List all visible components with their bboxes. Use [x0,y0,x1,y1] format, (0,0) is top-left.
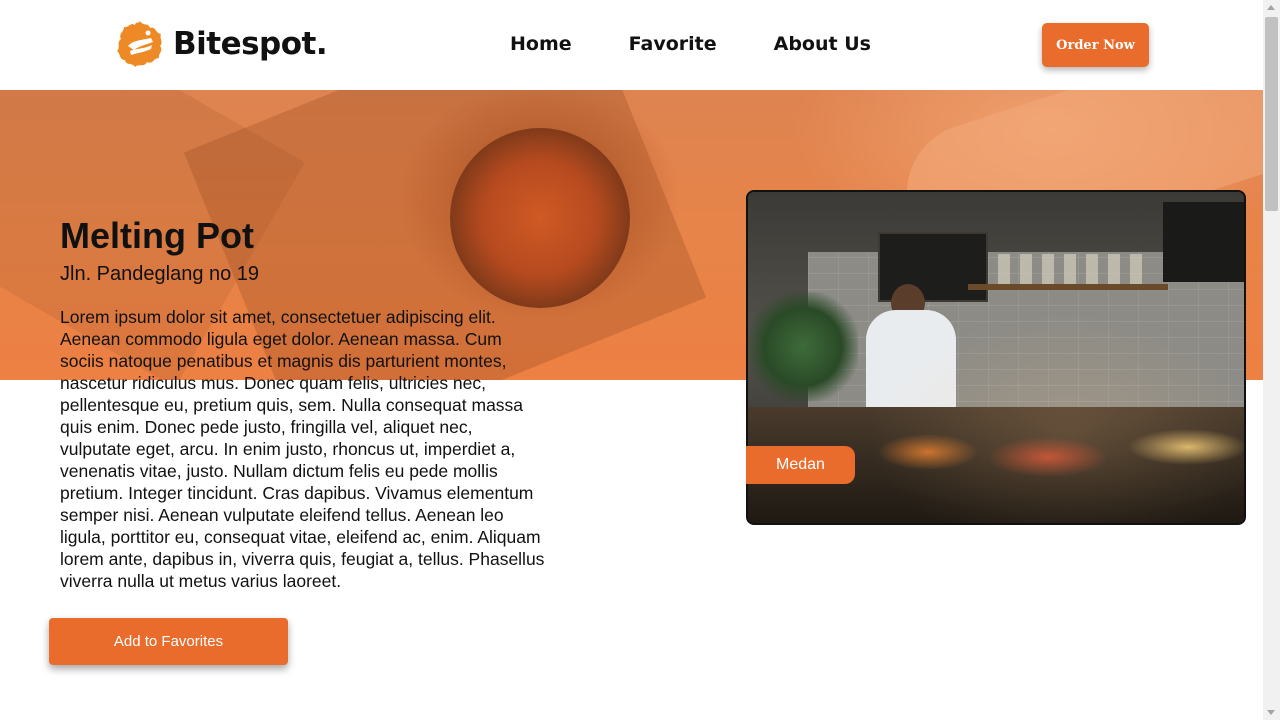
nav-link-about-us[interactable]: About Us [774,33,871,55]
scrollbar-thumb[interactable] [1265,17,1278,211]
city-badge: Medan [746,446,855,484]
order-now-button[interactable]: Order Now [1042,23,1149,67]
brand-name: Bitespot. [173,26,328,62]
restaurant-name: Melting Pot [60,215,254,256]
navbar: Bitespot. Home Favorite About Us Order N… [0,0,1263,90]
scroll-down-arrow-icon[interactable] [1267,710,1275,715]
nav-link-home[interactable]: Home [510,33,572,55]
page-scrollbar[interactable] [1263,0,1280,720]
brand-logo[interactable]: Bitespot. [115,18,328,70]
restaurant-address: Jln. Pandeglang no 19 [60,263,260,285]
restaurant-detail: Melting Pot Jln. Pandeglang no 19 Lorem … [60,214,550,592]
restaurant-description: Lorem ipsum dolor sit amet, consectetuer… [60,307,545,591]
scroll-up-arrow-icon[interactable] [1267,5,1275,10]
nav-link-favorite[interactable]: Favorite [629,33,717,55]
add-to-favorites-button[interactable]: Add to Favorites [49,618,288,665]
splash-logo-icon [117,21,162,67]
main-nav: Home Favorite About Us [510,33,928,55]
